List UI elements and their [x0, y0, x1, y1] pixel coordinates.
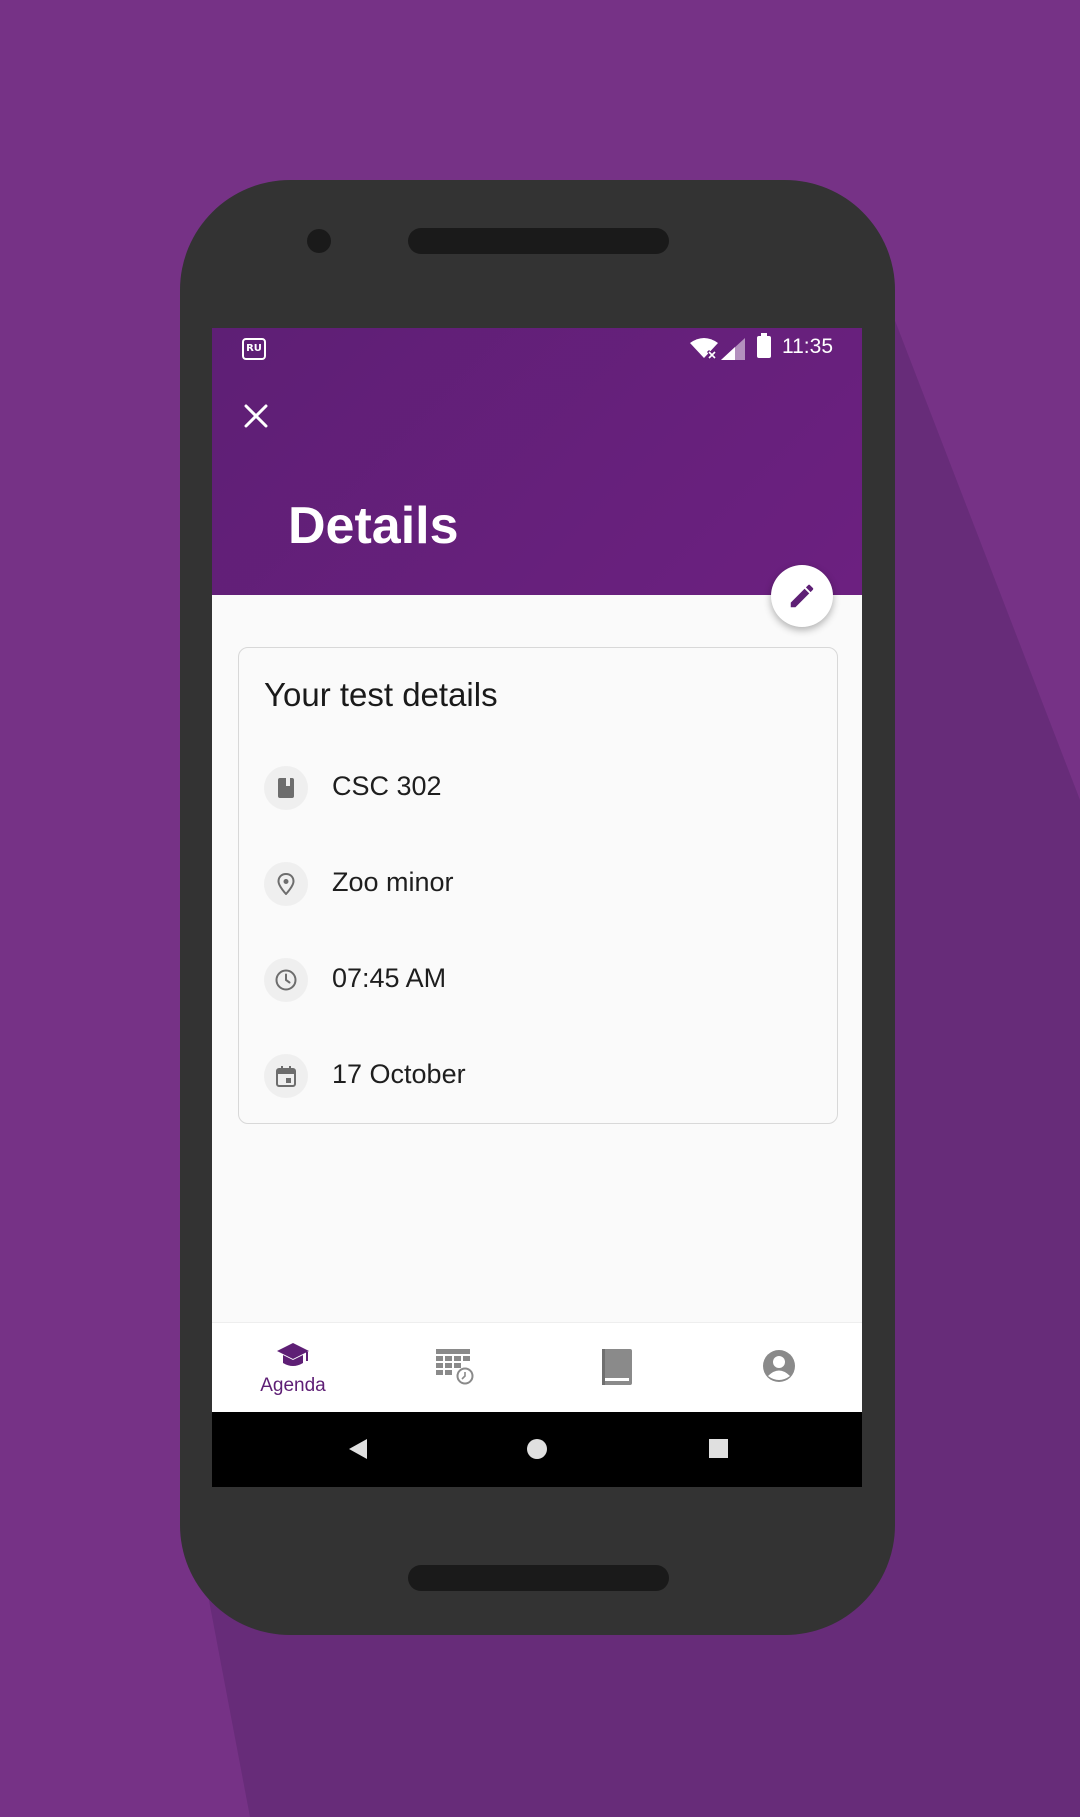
edit-button[interactable] — [771, 565, 833, 627]
wifi-icon — [690, 338, 718, 360]
detail-text: 17 October — [332, 1059, 466, 1089]
pencil-icon — [790, 584, 814, 608]
back-icon[interactable] — [347, 1438, 369, 1460]
timetable-icon — [436, 1349, 474, 1385]
calendar-icon — [264, 1054, 308, 1098]
detail-row-course: CSC 302 — [264, 766, 814, 816]
app-header: RU 11:35 Details — [212, 328, 862, 595]
signal-icon — [721, 338, 745, 360]
graduation-cap-icon — [277, 1343, 309, 1366]
phone-screen: RU 11:35 Details Your test details CSC 3… — [212, 328, 862, 1487]
page-title: Details — [288, 497, 459, 555]
status-bar: RU 11:35 — [212, 328, 862, 368]
detail-row-time: 07:45 AM — [264, 958, 814, 1008]
location-pin-icon — [264, 862, 308, 906]
earpiece-speaker — [408, 228, 669, 254]
status-time: 11:35 — [782, 335, 833, 358]
bottom-navigation: Agenda — [212, 1322, 862, 1412]
nav-label-agenda: Agenda — [260, 1375, 326, 1396]
home-icon[interactable] — [526, 1438, 548, 1460]
card-title: Your test details — [264, 676, 498, 713]
account-circle-icon — [763, 1350, 795, 1382]
detail-text: 07:45 AM — [332, 963, 447, 993]
nav-item-library[interactable] — [536, 1323, 698, 1413]
battery-icon — [757, 333, 771, 358]
close-icon[interactable] — [238, 398, 274, 434]
bottom-speaker — [408, 1565, 669, 1591]
book-icon — [602, 1349, 632, 1385]
detail-row-date: 17 October — [264, 1054, 814, 1104]
detail-text: Zoo minor — [332, 867, 454, 897]
clock-icon — [264, 958, 308, 1002]
test-details-card: Your test details CSC 302 Zoo minor 07:4… — [238, 647, 838, 1124]
system-navigation-bar — [212, 1412, 862, 1487]
book-icon — [264, 766, 308, 810]
nav-item-profile[interactable] — [698, 1323, 860, 1413]
nav-item-timetable[interactable] — [374, 1323, 536, 1413]
detail-row-location: Zoo minor — [264, 862, 814, 912]
detail-text: CSC 302 — [332, 771, 442, 801]
front-camera — [307, 229, 331, 253]
nav-item-agenda[interactable]: Agenda — [212, 1323, 374, 1413]
carrier-badge-icon: RU — [242, 338, 266, 360]
recents-icon[interactable] — [708, 1438, 730, 1460]
